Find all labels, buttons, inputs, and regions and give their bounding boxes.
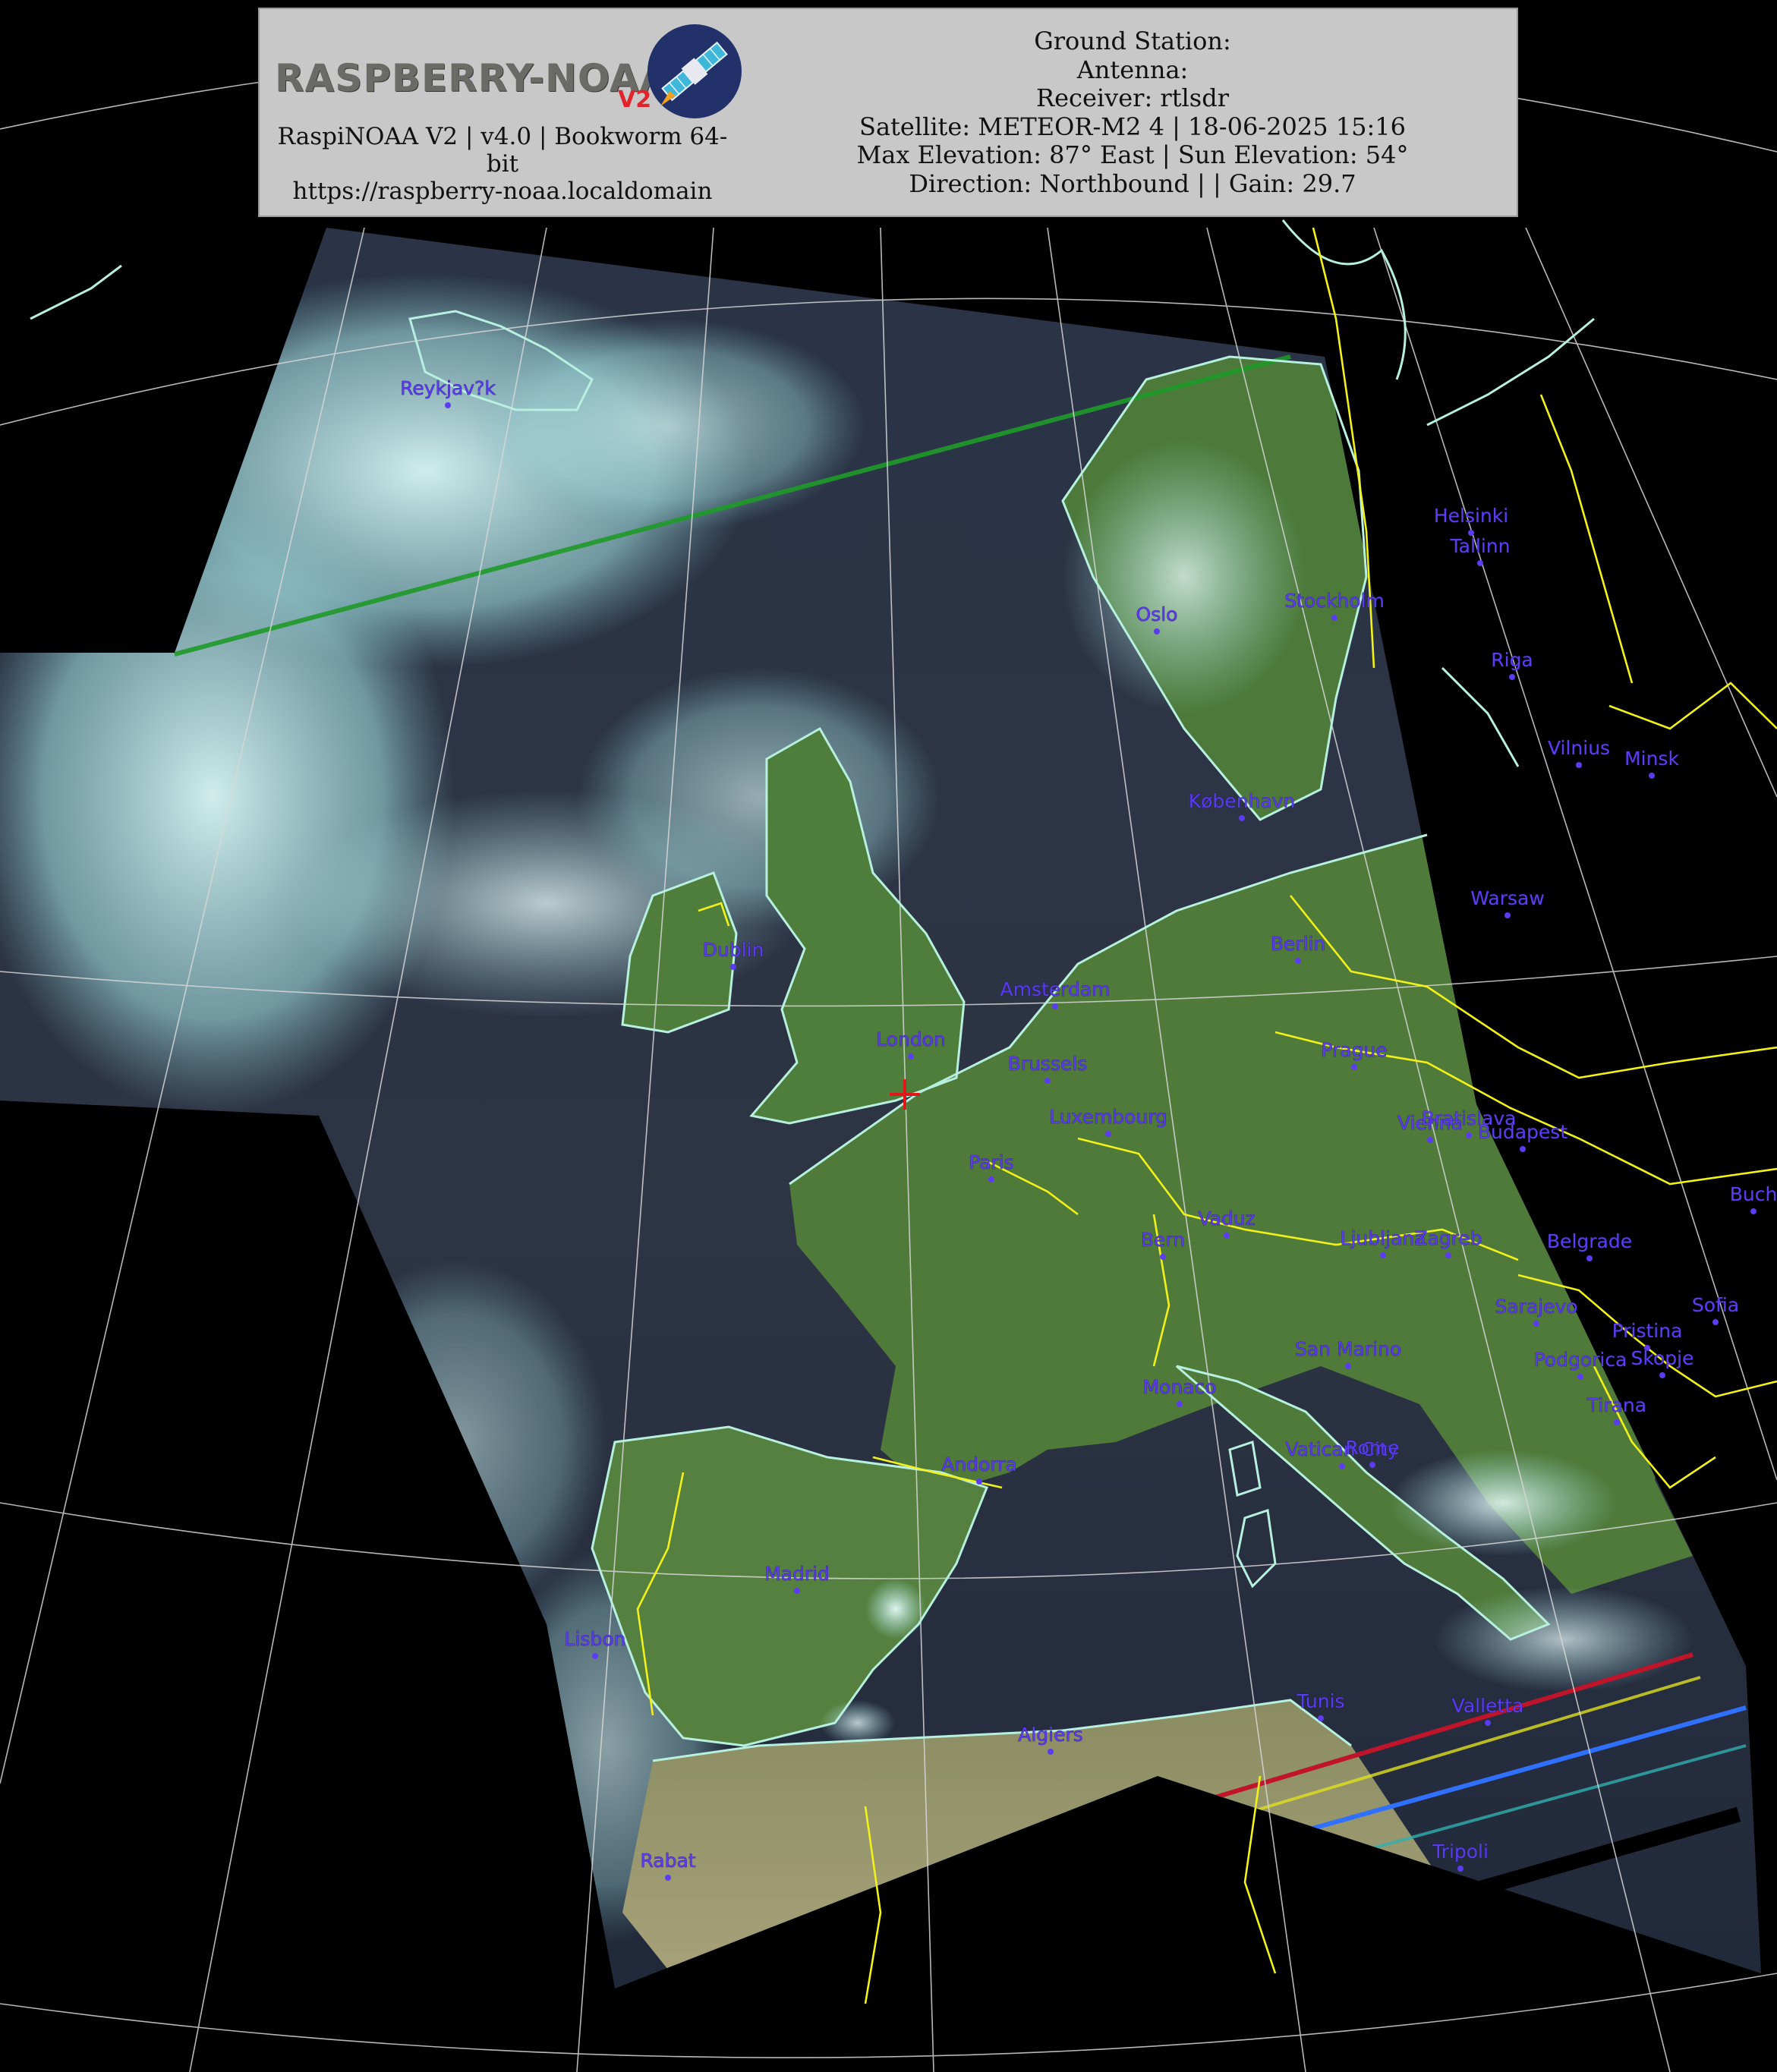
svg-text:Tallinn: Tallinn	[1450, 535, 1511, 557]
svg-text:Luxembourg: Luxembourg	[1049, 1106, 1167, 1128]
svg-text:Berlin: Berlin	[1271, 933, 1326, 955]
svg-text:Podgorica: Podgorica	[1534, 1349, 1627, 1371]
svg-text:Sarajevo: Sarajevo	[1495, 1296, 1577, 1318]
station-url: https://raspberry-noaa.localdomain	[292, 178, 713, 205]
svg-text:Warsaw: Warsaw	[1470, 887, 1545, 909]
software-version-cont: bit	[486, 150, 519, 178]
svg-text:Lisbon: Lisbon	[565, 1628, 626, 1650]
svg-text:Zagreb: Zagreb	[1414, 1227, 1482, 1249]
svg-text:Helsinki: Helsinki	[1434, 505, 1508, 527]
software-version: RaspiNOAA V2 | v4.0 | Bookworm 64-	[277, 123, 728, 150]
svg-text:Tirana: Tirana	[1586, 1394, 1646, 1416]
svg-text:Ljubljana: Ljubljana	[1341, 1227, 1426, 1249]
logo-text: RASPBERRY-NOAA	[275, 56, 670, 100]
svg-text:Valletta: Valletta	[1452, 1695, 1524, 1717]
satellite-map: Reykjav?k Helsinki Tallinn Oslo Stockhol…	[0, 0, 1777, 2072]
pass-info-header: RASPBERRY-NOAA V2 RaspiNOAA V2 | v4.0 | …	[258, 8, 1518, 217]
elevation-info: Max Elevation: 87° East | Sun Elevation:…	[856, 140, 1409, 169]
svg-text:Stockholm: Stockholm	[1284, 590, 1385, 612]
svg-text:Oslo: Oslo	[1136, 603, 1178, 625]
direction-gain: Direction: Northbound | | Gain: 29.7	[909, 168, 1356, 198]
svg-text:København: København	[1189, 790, 1296, 812]
svg-text:Monaco: Monaco	[1142, 1376, 1216, 1398]
software-info: RaspiNOAA V2 | v4.0 | Bookworm 64- bit h…	[260, 123, 745, 205]
antenna: Antenna:	[1076, 55, 1189, 84]
svg-text:Bern: Bern	[1141, 1229, 1185, 1251]
pass-details: Ground Station: Antenna: Receiver: rtlsd…	[745, 27, 1520, 198]
svg-text:Dublin: Dublin	[703, 939, 764, 961]
svg-text:Budapest: Budapest	[1478, 1121, 1567, 1143]
svg-text:Andorra: Andorra	[941, 1453, 1017, 1475]
ground-station: Ground Station:	[1034, 27, 1231, 55]
svg-text:Buch: Buch	[1730, 1183, 1777, 1205]
svg-text:Sofia: Sofia	[1692, 1294, 1739, 1316]
satellite-icon	[647, 24, 742, 118]
svg-text:Tunis: Tunis	[1296, 1690, 1344, 1712]
svg-text:Minsk: Minsk	[1624, 748, 1679, 770]
svg-text:London: London	[876, 1028, 946, 1050]
svg-text:Algiers: Algiers	[1018, 1724, 1083, 1746]
svg-text:Skopje: Skopje	[1631, 1347, 1694, 1369]
svg-text:Rome: Rome	[1345, 1437, 1399, 1459]
svg-text:Vaduz: Vaduz	[1198, 1208, 1255, 1230]
svg-text:Tripoli: Tripoli	[1432, 1841, 1489, 1863]
svg-text:Vilnius: Vilnius	[1548, 737, 1610, 759]
svg-text:Prague: Prague	[1321, 1039, 1387, 1061]
svg-text:Rabat: Rabat	[640, 1850, 695, 1872]
satellite-pass: Satellite: METEOR-M2 4 | 18-06-2025 15:1…	[859, 112, 1406, 141]
svg-text:San Marino: San Marino	[1295, 1338, 1401, 1360]
svg-text:Pristina: Pristina	[1612, 1320, 1683, 1342]
svg-text:Reykjav?k: Reykjav?k	[400, 377, 496, 399]
svg-text:Amsterdam: Amsterdam	[1000, 978, 1110, 1000]
raspberry-noaa-logo: RASPBERRY-NOAA V2	[267, 17, 745, 123]
svg-text:Paris: Paris	[969, 1151, 1014, 1173]
svg-text:Riga: Riga	[1491, 649, 1533, 671]
svg-text:Belgrade: Belgrade	[1547, 1230, 1632, 1252]
svg-text:Madrid: Madrid	[764, 1563, 830, 1585]
svg-text:Brussels: Brussels	[1008, 1053, 1088, 1075]
receiver: Receiver: rtlsdr	[1036, 83, 1229, 112]
